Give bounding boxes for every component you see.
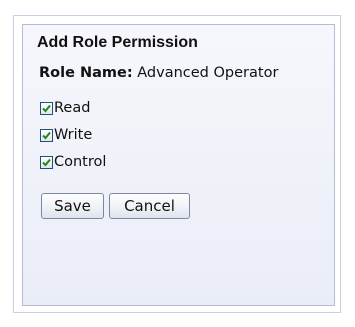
role-name-label: Role Name: (39, 65, 133, 81)
save-button[interactable]: Save (41, 193, 104, 219)
role-name-value: Advanced Operator (137, 65, 279, 81)
checkmark-icon (42, 131, 51, 139)
control-label: Control (54, 154, 107, 170)
permission-read[interactable]: Read (40, 99, 90, 117)
cancel-button[interactable]: Cancel (109, 193, 190, 219)
permission-write[interactable]: Write (40, 126, 92, 144)
read-checkbox[interactable] (40, 101, 53, 115)
panel-title: Add Role Permission (37, 34, 198, 51)
checkmark-icon (42, 158, 51, 166)
write-label: Write (54, 127, 93, 143)
permission-control[interactable]: Control (40, 153, 106, 171)
write-checkbox[interactable] (40, 128, 53, 142)
read-label: Read (54, 100, 91, 116)
checkmark-icon (42, 104, 51, 112)
control-checkbox[interactable] (40, 155, 53, 169)
role-name-row: Role Name: Advanced Operator (39, 65, 278, 81)
